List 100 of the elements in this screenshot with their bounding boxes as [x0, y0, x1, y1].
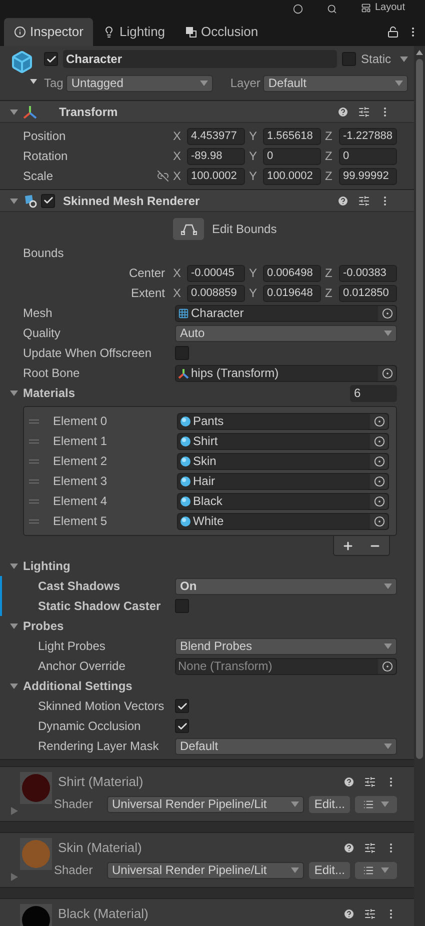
triangle-icon[interactable] — [10, 108, 18, 116]
section-title[interactable]: Probes — [23, 617, 64, 635]
lock-icon[interactable] — [387, 26, 399, 38]
help-icon[interactable] — [343, 842, 355, 854]
presets-icon[interactable] — [364, 842, 376, 854]
number-field[interactable]: -1.227888 — [339, 128, 397, 144]
options-button[interactable] — [355, 796, 397, 812]
presets-icon[interactable] — [358, 194, 370, 206]
number-field[interactable]: 0.019648 — [263, 284, 321, 302]
name-field[interactable]: Character — [63, 50, 337, 68]
number-field[interactable]: -89.98 — [187, 148, 245, 164]
axis-label: Y — [249, 148, 258, 165]
component-header[interactable]: Skinned Mesh Renderer — [0, 190, 414, 212]
section-title[interactable]: Additional Settings — [23, 677, 132, 695]
checkbox[interactable] — [41, 194, 55, 208]
tab[interactable]: Inspector — [4, 18, 94, 46]
component-header[interactable]: Transform — [0, 101, 414, 123]
caret-icon[interactable] — [400, 55, 408, 63]
shader-dropdown[interactable]: Universal Render Pipeline/Lit — [107, 862, 304, 878]
number-field[interactable]: 0.012850 — [339, 284, 397, 302]
options-button[interactable] — [355, 862, 397, 878]
edit-bounds-button[interactable] — [173, 218, 204, 240]
axis-label: Y — [249, 285, 258, 302]
number-field[interactable]: 0.006498 — [263, 264, 321, 282]
target-icon[interactable] — [374, 436, 384, 446]
number-field[interactable]: 0 — [263, 148, 321, 164]
target-icon[interactable] — [382, 660, 392, 672]
dropdown[interactable]: Auto — [175, 324, 397, 342]
help-icon[interactable] — [337, 194, 349, 206]
target-icon[interactable] — [374, 416, 384, 426]
tab[interactable]: Lighting — [93, 18, 176, 46]
check-icon — [46, 54, 56, 64]
object-field[interactable]: Black — [177, 492, 389, 510]
checkbox[interactable] — [342, 52, 356, 66]
object-field[interactable]: hips (Transform) — [175, 364, 397, 382]
number-field[interactable]: -0.00045 — [187, 264, 245, 282]
number-field[interactable]: 100.0002 — [263, 168, 321, 184]
layout-button[interactable]: Layout — [360, 2, 405, 14]
target-icon[interactable] — [374, 476, 384, 486]
tag-dropdown[interactable]: Untagged — [66, 74, 214, 92]
triangle-icon[interactable] — [10, 682, 18, 690]
drag-handle-icon[interactable] — [29, 458, 39, 464]
shader-dropdown[interactable]: Universal Render Pipeline/Lit — [107, 796, 304, 812]
checkbox[interactable] — [175, 699, 189, 713]
number-field[interactable]: -0.00383 — [339, 264, 397, 282]
number-field[interactable]: 0.008859 — [187, 284, 245, 302]
triangle-icon[interactable] — [10, 622, 18, 630]
layer-dropdown[interactable]: Default — [263, 74, 408, 92]
checkbox[interactable] — [175, 599, 189, 613]
checkbox[interactable] — [175, 346, 189, 360]
field-label: Element 2 — [53, 454, 108, 468]
object-field[interactable]: Character — [175, 304, 397, 322]
object-field[interactable]: White — [177, 512, 389, 530]
number-field[interactable]: 0 — [339, 148, 397, 164]
edit-button[interactable]: Edit... — [309, 796, 350, 812]
section-title[interactable]: Lighting — [23, 557, 70, 575]
target-icon[interactable] — [374, 496, 384, 506]
help-icon[interactable] — [343, 908, 355, 920]
target-icon[interactable] — [382, 308, 392, 318]
caret-icon[interactable] — [30, 79, 37, 84]
drag-handle-icon[interactable] — [29, 438, 39, 444]
dropdown[interactable]: Default — [175, 738, 397, 754]
edit-button[interactable]: Edit... — [309, 862, 350, 878]
presets-icon[interactable] — [364, 908, 376, 920]
scrollbar[interactable] — [414, 46, 425, 926]
help-icon[interactable] — [343, 776, 355, 788]
search-icon[interactable] — [326, 4, 337, 14]
drag-handle-icon[interactable] — [29, 478, 39, 484]
checkbox[interactable] — [44, 52, 58, 66]
object-field[interactable]: Skin — [177, 452, 389, 470]
triangle-icon[interactable] — [10, 562, 18, 570]
dropdown[interactable]: Blend Probes — [175, 638, 397, 654]
scroll-up-icon[interactable] — [416, 50, 423, 55]
number-field[interactable]: 4.453977 — [187, 128, 245, 144]
target-icon[interactable] — [382, 368, 392, 378]
number-field[interactable]: 100.0002 — [187, 168, 245, 184]
object-field[interactable]: Shirt — [177, 432, 389, 450]
drag-handle-icon[interactable] — [29, 418, 39, 424]
drag-handle-icon[interactable] — [29, 498, 39, 504]
number-field[interactable]: 1.565618 — [263, 128, 321, 144]
field-label: Quality — [23, 326, 60, 340]
triangle-icon[interactable] — [10, 196, 18, 204]
number-field[interactable]: 99.99992 — [339, 168, 397, 184]
target-icon[interactable] — [374, 516, 384, 526]
drag-handle-icon[interactable] — [29, 518, 39, 524]
triangle-icon[interactable] — [10, 389, 18, 397]
count-field[interactable]: 6 — [350, 384, 397, 402]
object-field[interactable]: Pants — [177, 412, 389, 430]
unlink-icon[interactable] — [157, 170, 169, 182]
presets-icon[interactable] — [358, 106, 370, 118]
presets-icon[interactable] — [364, 776, 376, 788]
dropdown[interactable]: On — [175, 578, 397, 594]
button-label: Edit Bounds — [212, 221, 277, 238]
object-field[interactable]: Hair — [177, 472, 389, 490]
target-icon[interactable] — [374, 456, 384, 466]
object-field[interactable]: None (Transform) — [175, 658, 397, 674]
tab[interactable]: Occlusion — [175, 18, 268, 46]
add-icon[interactable] — [342, 540, 354, 552]
help-icon[interactable] — [337, 106, 349, 118]
checkbox[interactable] — [175, 719, 189, 733]
